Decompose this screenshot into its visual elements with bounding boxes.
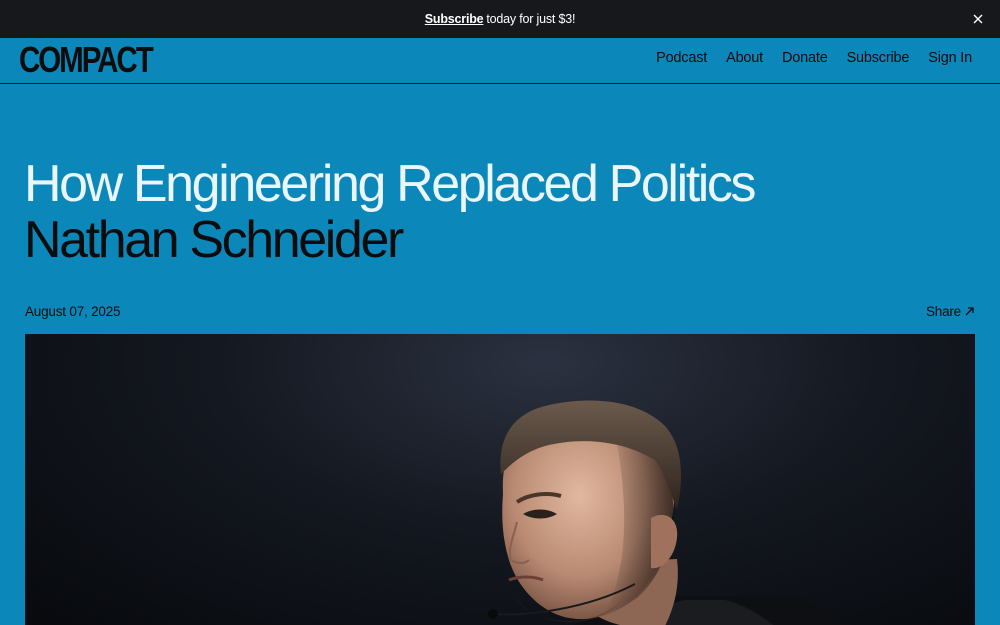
share-button[interactable]: Share [926,304,975,319]
article-author[interactable]: Nathan Schneider [24,212,754,268]
article-meta: August 07, 2025 Share [25,304,975,319]
site-header: COMPACT Podcast About Donate Subscribe S… [0,38,1000,84]
article-date: August 07, 2025 [25,304,121,319]
nav-item-subscribe[interactable]: Subscribe [847,50,910,66]
promo-text: today for just $3! [486,12,576,26]
promo-bar: Subscribe today for just $3! [0,0,1000,38]
nav-item-podcast[interactable]: Podcast [656,50,707,66]
close-icon[interactable] [968,9,988,29]
main-nav: Podcast About Donate Subscribe Sign In [656,50,972,66]
share-label: Share [925,304,961,319]
site-logo[interactable]: COMPACT [19,42,154,78]
article-headline: How Engineering Replaced Politics Nathan… [24,155,757,268]
nav-item-sign-in[interactable]: Sign In [928,50,972,66]
nav-item-donate[interactable]: Donate [782,50,828,66]
promo-subscribe-link[interactable]: Subscribe [425,12,484,26]
hero-portrait [488,400,853,625]
article-title: How Engineering Replaced Politics [24,155,757,213]
hero-image [25,334,975,625]
arrow-up-right-icon [965,307,974,316]
nav-item-about[interactable]: About [726,50,763,66]
